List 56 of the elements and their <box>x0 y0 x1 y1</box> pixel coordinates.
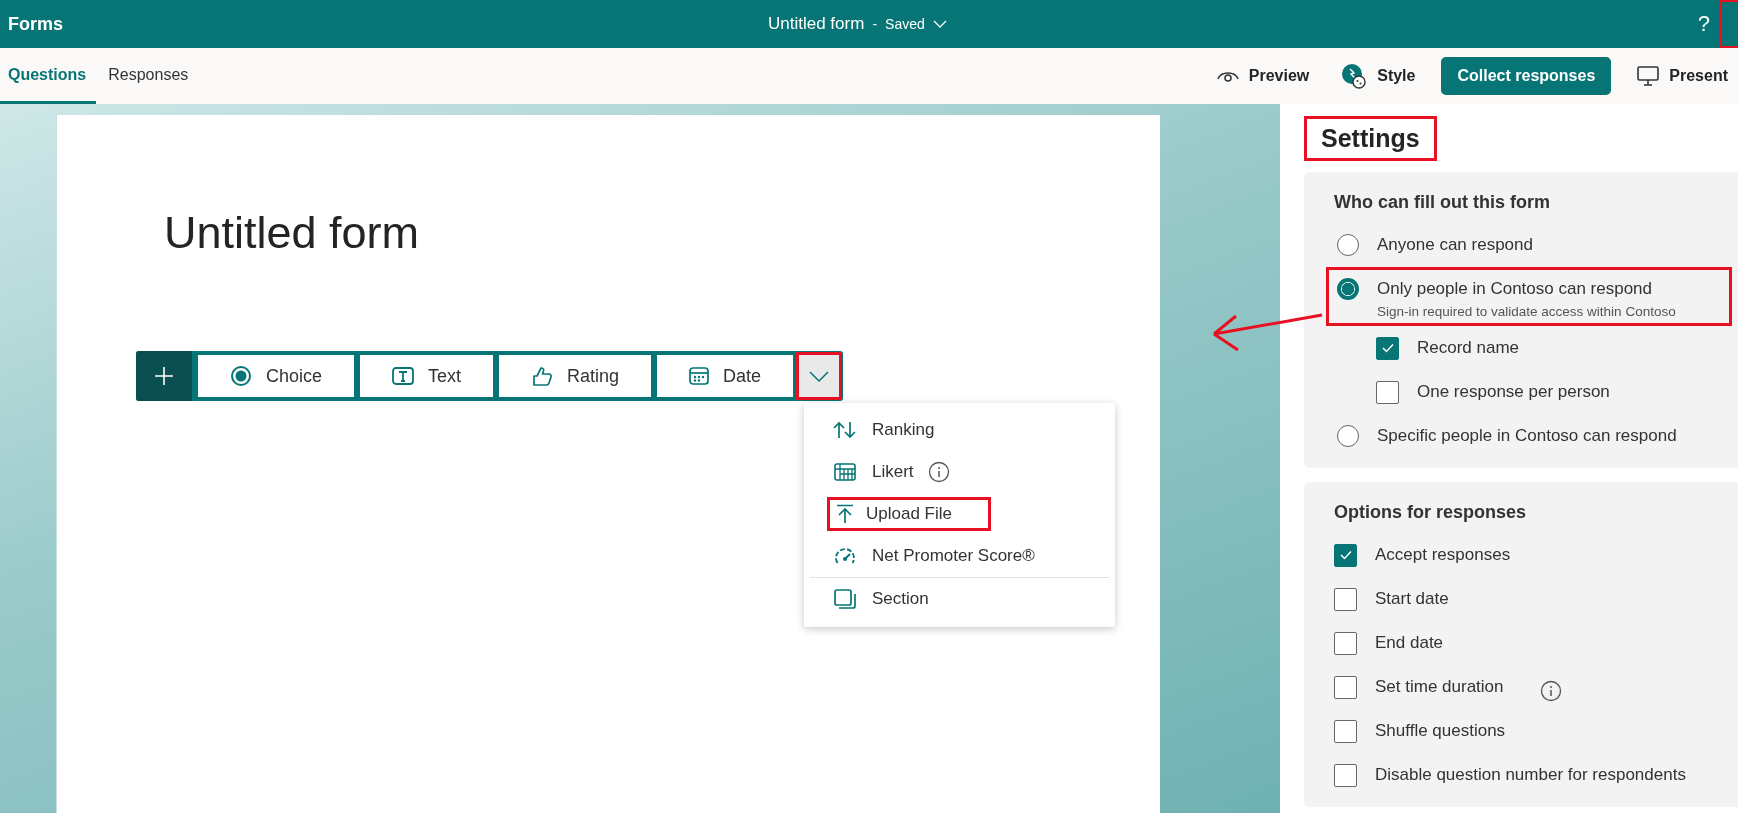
checkbox-option[interactable]: One response per person <box>1376 370 1738 414</box>
monitor-icon <box>1637 65 1660 87</box>
add-button[interactable] <box>136 351 192 401</box>
grid-icon <box>834 463 856 481</box>
chevron-down-icon[interactable] <box>932 20 947 28</box>
collect-responses-button[interactable]: Collect responses <box>1441 57 1612 95</box>
checkbox-option[interactable]: Shuffle questions <box>1334 709 1738 753</box>
style-button[interactable]: Style <box>1335 63 1422 89</box>
chevron-down-icon <box>809 370 830 382</box>
eye-icon <box>1216 69 1239 83</box>
tab[interactable]: Responses <box>100 48 199 104</box>
gauge-icon <box>834 546 856 566</box>
upload-icon <box>836 504 854 524</box>
checkbox-option[interactable]: Accept responses <box>1334 533 1738 577</box>
save-status: Saved <box>885 16 925 32</box>
question-type-button[interactable]: Text <box>360 355 494 397</box>
app-name: Forms <box>7 13 64 35</box>
checkbox-option[interactable]: Record name <box>1376 326 1738 370</box>
checkmark-icon <box>1381 343 1394 353</box>
section-icon <box>834 588 856 609</box>
checkmark-icon <box>1339 550 1352 560</box>
panel-title: Settings <box>1304 116 1437 161</box>
radio-option[interactable]: Anyone can respond <box>1337 226 1721 264</box>
info-icon[interactable] <box>927 461 950 483</box>
form-title[interactable]: Untitled form <box>56 115 1160 259</box>
menu-item[interactable]: Section <box>810 577 1109 619</box>
radio-icon <box>230 365 252 387</box>
up-down-arrows-icon <box>833 421 857 439</box>
palette-icon <box>1341 63 1368 89</box>
preview-button[interactable]: Preview <box>1210 67 1316 85</box>
menu-item[interactable]: Upload File <box>804 493 1115 535</box>
section-heading: Options for responses <box>1334 502 1528 523</box>
plus-icon <box>154 366 174 386</box>
question-type-button[interactable]: Rating <box>499 355 652 397</box>
info-icon[interactable] <box>1539 680 1562 702</box>
separator: - <box>872 16 878 32</box>
section-heading: Who can fill out this form <box>1334 192 1551 213</box>
form-name[interactable]: Untitled form <box>768 14 865 34</box>
question-type-button[interactable]: Date <box>657 355 794 397</box>
help-button[interactable]: ? <box>1697 11 1710 37</box>
option-hint: Sign-in required to validate access within Contoso <box>1377 304 1677 319</box>
calendar-icon <box>689 366 710 386</box>
checkbox-option[interactable]: Disable question number for respondents <box>1334 753 1738 797</box>
checkbox-option[interactable]: Set time duration <box>1334 665 1738 709</box>
menu-item[interactable]: Net Promoter Score® <box>804 535 1115 577</box>
text-box-icon <box>392 366 415 386</box>
thumbs-up-icon <box>531 365 554 387</box>
checkbox-option[interactable]: Start date <box>1334 577 1738 621</box>
radio-option[interactable]: Only people in Contoso can respond <box>1337 274 1721 304</box>
menu-item[interactable]: Likert <box>804 451 1115 493</box>
present-button[interactable]: Present <box>1631 65 1734 87</box>
radio-option[interactable]: Specific people in Contoso can respond <box>1337 417 1721 455</box>
question-type-button[interactable]: Choice <box>198 355 355 397</box>
checkbox-option[interactable]: End date <box>1334 621 1738 665</box>
more-types-button[interactable] <box>799 355 840 397</box>
menu-item[interactable]: Ranking <box>804 409 1115 451</box>
